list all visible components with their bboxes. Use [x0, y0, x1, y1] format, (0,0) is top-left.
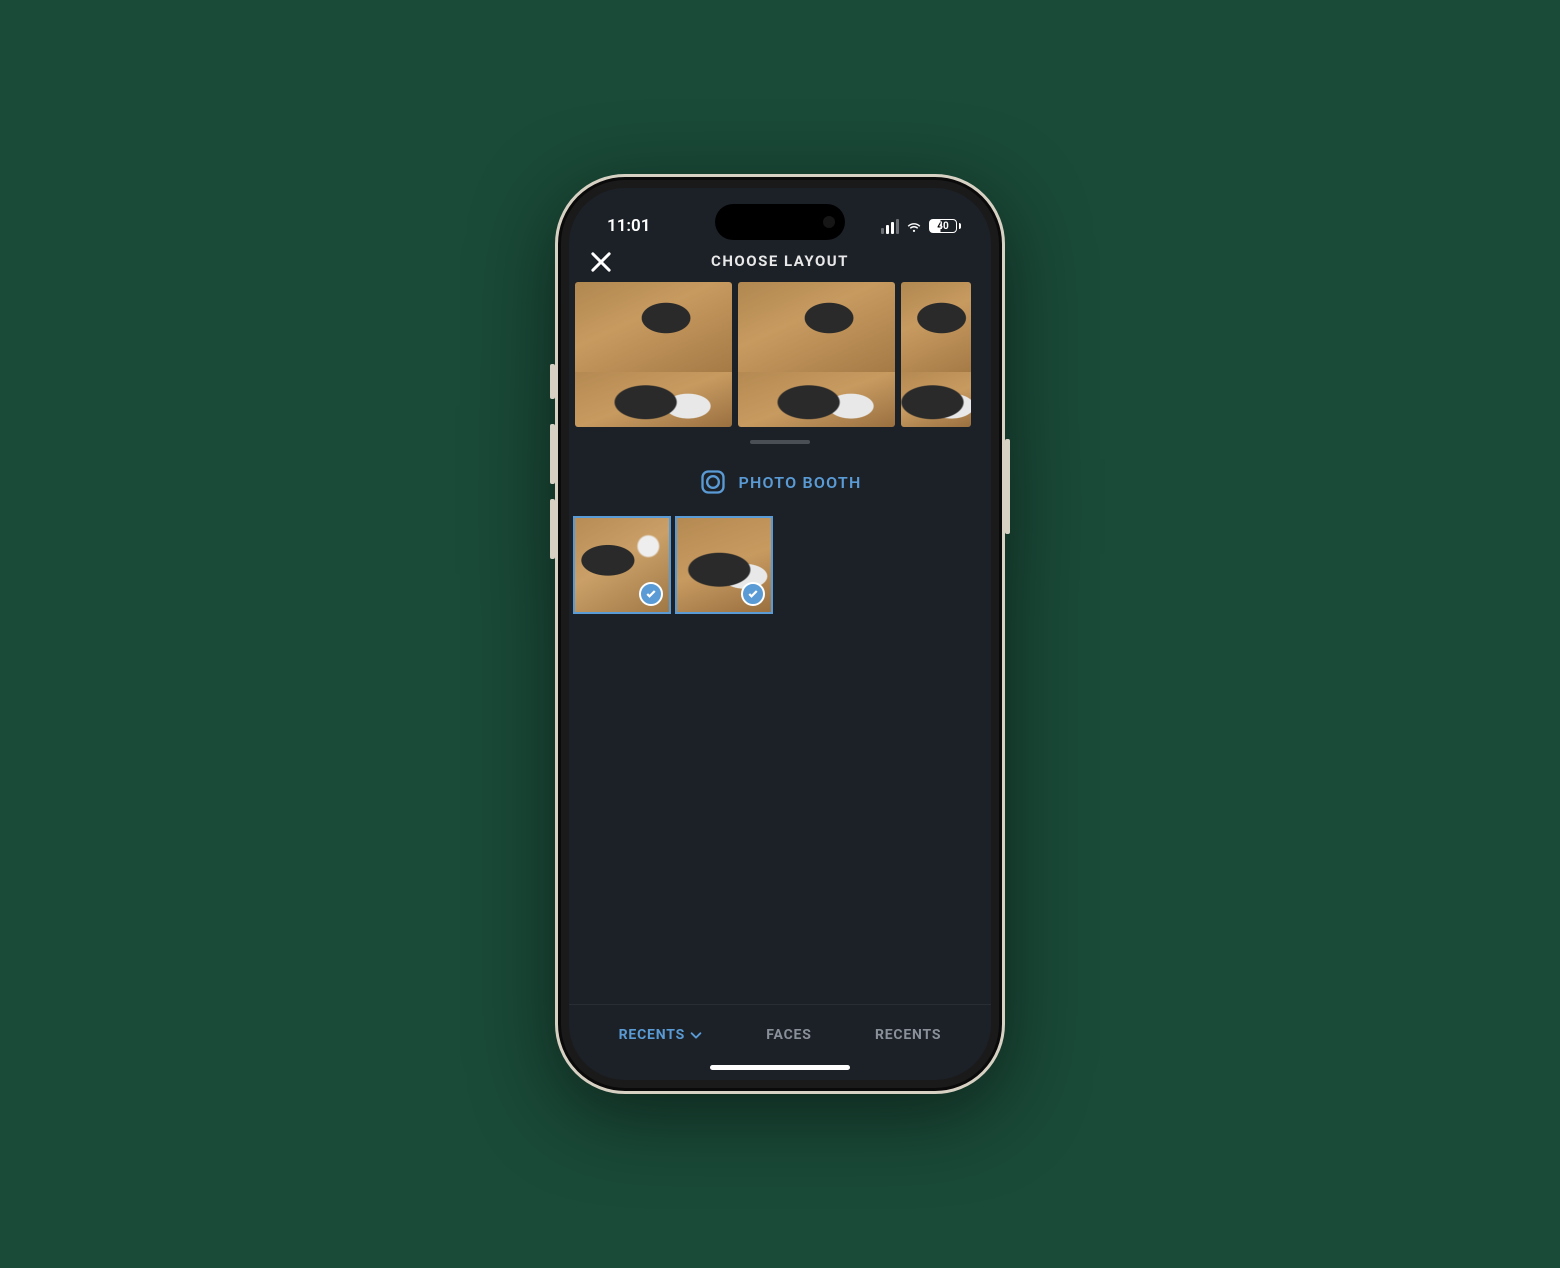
- layout-preview-bottom: [738, 372, 895, 427]
- wifi-icon: [905, 217, 923, 235]
- phone-power-button: [1005, 439, 1010, 534]
- tab-label: FACES: [766, 1027, 811, 1043]
- thumbnail-grid: [569, 516, 991, 614]
- layout-option[interactable]: [901, 282, 971, 427]
- layout-carousel[interactable]: [569, 282, 991, 432]
- page-title: CHOOSE LAYOUT: [711, 252, 849, 270]
- selected-check-icon: [639, 582, 663, 606]
- cellular-signal-icon: [881, 219, 899, 234]
- layout-option[interactable]: [738, 282, 895, 427]
- home-indicator[interactable]: [710, 1065, 850, 1070]
- dynamic-island: [715, 204, 845, 240]
- battery-percentage: 40: [937, 221, 948, 232]
- chevron-down-icon: [689, 1028, 703, 1042]
- photo-booth-label: PHOTO BOOTH: [739, 473, 862, 492]
- close-icon: [587, 248, 615, 276]
- layout-option[interactable]: [575, 282, 732, 427]
- layout-preview-bottom: [901, 372, 971, 427]
- tab-recents-dropdown[interactable]: RECENTS: [611, 1021, 711, 1049]
- tab-faces[interactable]: FACES: [758, 1021, 819, 1049]
- battery-icon: 40: [929, 219, 961, 233]
- header: CHOOSE LAYOUT: [569, 246, 991, 282]
- tab-label: RECENTS: [875, 1027, 941, 1043]
- close-button[interactable]: [587, 248, 615, 276]
- thumbnail[interactable]: [675, 516, 773, 614]
- layout-preview-top: [901, 282, 971, 372]
- status-right: 40: [881, 217, 961, 235]
- thumbnail[interactable]: [573, 516, 671, 614]
- layout-preview-top: [738, 282, 895, 372]
- tab-recents[interactable]: RECENTS: [867, 1021, 949, 1049]
- photo-booth-button[interactable]: PHOTO BOOTH: [569, 444, 991, 516]
- status-time: 11:01: [607, 216, 650, 236]
- tab-label: RECENTS: [619, 1027, 685, 1043]
- layout-preview-bottom: [575, 372, 732, 427]
- camera-icon: [699, 468, 727, 496]
- selected-check-icon: [741, 582, 765, 606]
- bottom-tab-bar: RECENTS FACES RECENTS: [569, 1004, 991, 1055]
- layout-preview-top: [575, 282, 732, 372]
- phone-mockup: 11:01 40 CHOOSE LAYOUT: [555, 174, 1005, 1094]
- screen: 11:01 40 CHOOSE LAYOUT: [569, 188, 991, 1080]
